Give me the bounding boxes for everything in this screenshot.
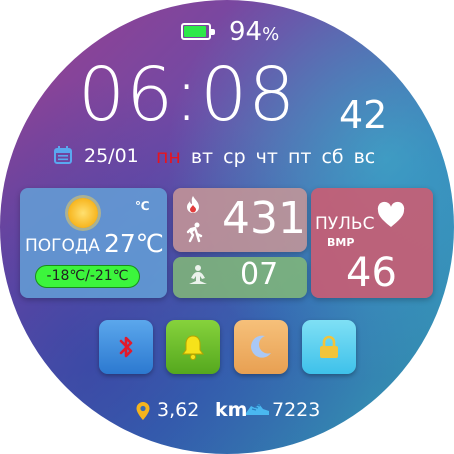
bluetooth-button[interactable]: [99, 320, 153, 374]
battery-icon: [181, 23, 215, 40]
weekday-tue: вт: [190, 146, 214, 168]
weather-unit: ℃: [135, 199, 150, 213]
moon-icon: [251, 335, 271, 358]
running-icon: [186, 222, 203, 243]
yoga-value: 07: [240, 257, 279, 292]
weekday-thu: чт: [255, 146, 278, 168]
location-pin-icon: [136, 402, 150, 420]
fire-icon: [187, 196, 199, 213]
yoga-icon: [189, 265, 207, 284]
distance-value: 3,62: [157, 399, 200, 421]
time-hours-minutes: 06:08: [78, 52, 297, 138]
weekday-mon: пн: [156, 146, 181, 168]
battery-percent-sign: %: [262, 24, 280, 45]
battery-terminal: [211, 29, 215, 35]
total-steps: 7223: [272, 399, 321, 421]
heart-icon: [377, 201, 405, 227]
shoe-icon: [246, 404, 269, 415]
calendar-icon: [54, 146, 72, 164]
sun-icon: [68, 198, 98, 228]
bluetooth-icon: [119, 336, 133, 358]
steps-value: 431: [222, 193, 306, 244]
weekday-sat: сб: [321, 146, 344, 168]
pulse-unit: BMP: [327, 236, 355, 249]
weekday-fri: пт: [287, 146, 312, 168]
date-text: 25/01: [84, 145, 139, 167]
weather-temperature: 27℃: [104, 229, 164, 258]
pulse-value: 46: [346, 250, 397, 296]
weather-range: -18℃/-21℃: [35, 265, 140, 288]
weekday-wed: ср: [223, 146, 246, 168]
battery-percent-value: 94: [229, 17, 263, 47]
lock-button[interactable]: [302, 320, 356, 374]
watch-face: 94% 06:08 42 25/01 пн вт ср чт пт сб вс …: [0, 0, 454, 454]
lock-icon: [320, 335, 338, 358]
night-mode-button[interactable]: [234, 320, 288, 374]
weekday-row: пн вт ср чт пт сб вс: [156, 146, 375, 168]
battery-percentage: 94%: [229, 17, 279, 47]
time-seconds: 42: [339, 93, 388, 137]
bell-icon: [182, 335, 204, 361]
battery-level-fill: [184, 26, 207, 37]
weather-label: ПОГОДА: [25, 236, 100, 256]
weekday-sun: вс: [353, 146, 376, 168]
alarm-button[interactable]: [166, 320, 220, 374]
pulse-label: ПУЛЬС: [315, 214, 375, 234]
